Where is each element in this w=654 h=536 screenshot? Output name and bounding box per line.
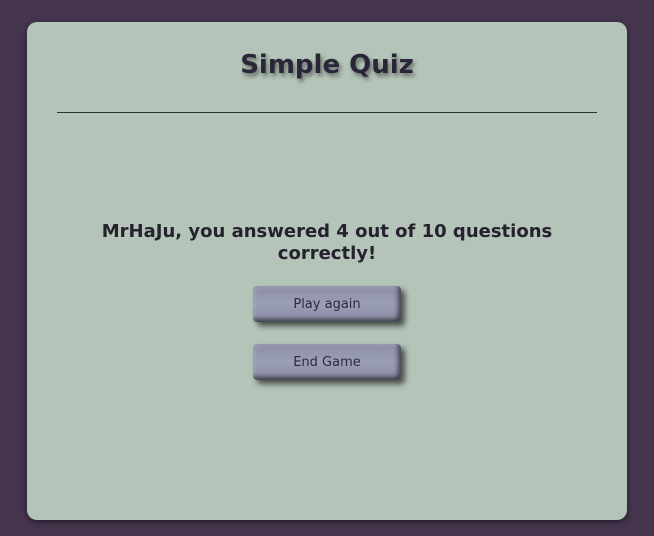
quiz-card: Simple Quiz MrHaJu, you answered 4 out o… [27,22,627,520]
result-message: MrHaJu, you answered 4 out of 10 questio… [101,221,553,264]
page-title: Simple Quiz [240,50,414,80]
play-again-button[interactable]: Play again [253,286,401,322]
end-game-button[interactable]: End Game [253,344,401,380]
title-divider [57,112,597,113]
